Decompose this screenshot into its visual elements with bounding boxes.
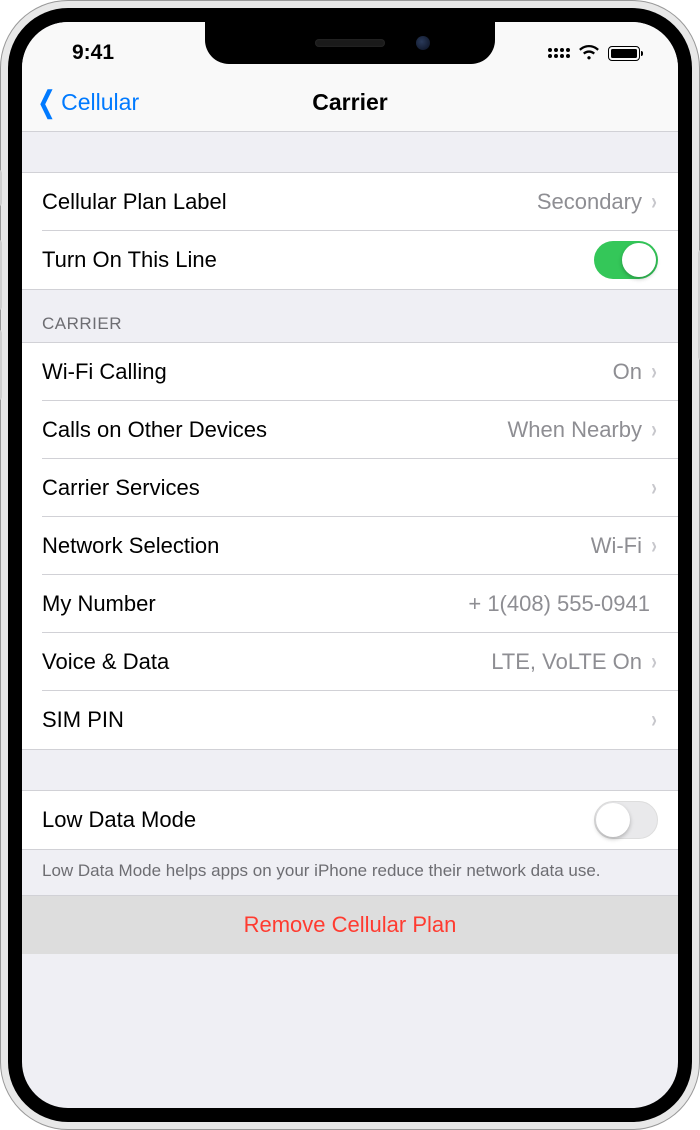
remove-label: Remove Cellular Plan — [244, 912, 457, 938]
page-title: Carrier — [312, 89, 387, 116]
row-label: Cellular Plan Label — [42, 189, 537, 215]
chevron-right-icon: › — [651, 648, 657, 676]
turn-on-line-row[interactable]: Turn On This Line — [22, 231, 678, 289]
wifi-calling-row[interactable]: Wi-Fi Calling On › — [22, 343, 678, 401]
chevron-right-icon: › — [651, 706, 657, 734]
row-label: Calls on Other Devices — [42, 417, 507, 443]
notch — [205, 22, 495, 64]
chevron-right-icon: › — [651, 532, 657, 560]
row-value: Wi-Fi — [591, 533, 642, 559]
row-value: When Nearby — [507, 417, 642, 443]
calls-other-devices-row[interactable]: Calls on Other Devices When Nearby › — [22, 401, 678, 459]
row-value: On — [613, 359, 642, 385]
back-button[interactable]: ❮ Cellular — [34, 88, 139, 118]
row-value: Secondary — [537, 189, 642, 215]
volume-down-button — [0, 330, 2, 400]
chevron-right-icon: › — [651, 358, 657, 386]
voice-data-row[interactable]: Voice & Data LTE, VoLTE On › — [22, 633, 678, 691]
volume-up-button — [0, 240, 2, 310]
section-carrier: Wi-Fi Calling On › Calls on Other Device… — [22, 342, 678, 750]
back-label: Cellular — [61, 89, 139, 116]
turn-on-line-toggle[interactable] — [594, 241, 658, 279]
screen: 9:41 ❮ Cellul — [22, 22, 678, 1108]
cellular-plan-label-row[interactable]: Cellular Plan Label Secondary › — [22, 173, 678, 231]
low-data-footer: Low Data Mode helps apps on your iPhone … — [22, 850, 678, 895]
section-low-data: Low Data Mode — [22, 790, 678, 850]
row-label: Turn On This Line — [42, 247, 594, 273]
chevron-right-icon: › — [651, 474, 657, 502]
row-label: Carrier Services — [42, 475, 642, 501]
row-label: Low Data Mode — [42, 807, 594, 833]
sim-pin-row[interactable]: SIM PIN › — [22, 691, 678, 749]
carrier-section-header: Carrier — [22, 290, 678, 342]
speaker-grille — [315, 39, 385, 47]
row-label: Voice & Data — [42, 649, 491, 675]
section-plan: Cellular Plan Label Secondary › Turn On … — [22, 172, 678, 290]
row-label: My Number — [42, 591, 468, 617]
mute-switch — [0, 170, 2, 206]
status-time: 9:41 — [56, 41, 114, 65]
navigation-bar: ❮ Cellular Carrier — [22, 74, 678, 132]
row-value: + 1(408) 555-0941 — [468, 591, 650, 617]
dual-sim-signal-icon — [548, 48, 570, 58]
section-remove: Remove Cellular Plan — [22, 895, 678, 954]
settings-content: Cellular Plan Label Secondary › Turn On … — [22, 132, 678, 954]
remove-cellular-plan-button[interactable]: Remove Cellular Plan — [22, 896, 678, 954]
chevron-right-icon: › — [651, 416, 657, 444]
front-camera — [416, 36, 430, 50]
row-value: LTE, VoLTE On — [491, 649, 642, 675]
low-data-mode-row[interactable]: Low Data Mode — [22, 791, 678, 849]
carrier-services-row[interactable]: Carrier Services › — [22, 459, 678, 517]
row-label: SIM PIN — [42, 707, 642, 733]
row-label: Network Selection — [42, 533, 591, 559]
chevron-left-icon: ❮ — [37, 88, 56, 118]
my-number-row[interactable]: My Number + 1(408) 555-0941 — [22, 575, 678, 633]
iphone-device-frame: 9:41 ❮ Cellul — [0, 0, 700, 1130]
battery-icon — [608, 46, 640, 61]
low-data-mode-toggle[interactable] — [594, 801, 658, 839]
network-selection-row[interactable]: Network Selection Wi-Fi › — [22, 517, 678, 575]
chevron-right-icon: › — [651, 188, 657, 216]
row-label: Wi-Fi Calling — [42, 359, 613, 385]
wifi-icon — [578, 45, 600, 61]
